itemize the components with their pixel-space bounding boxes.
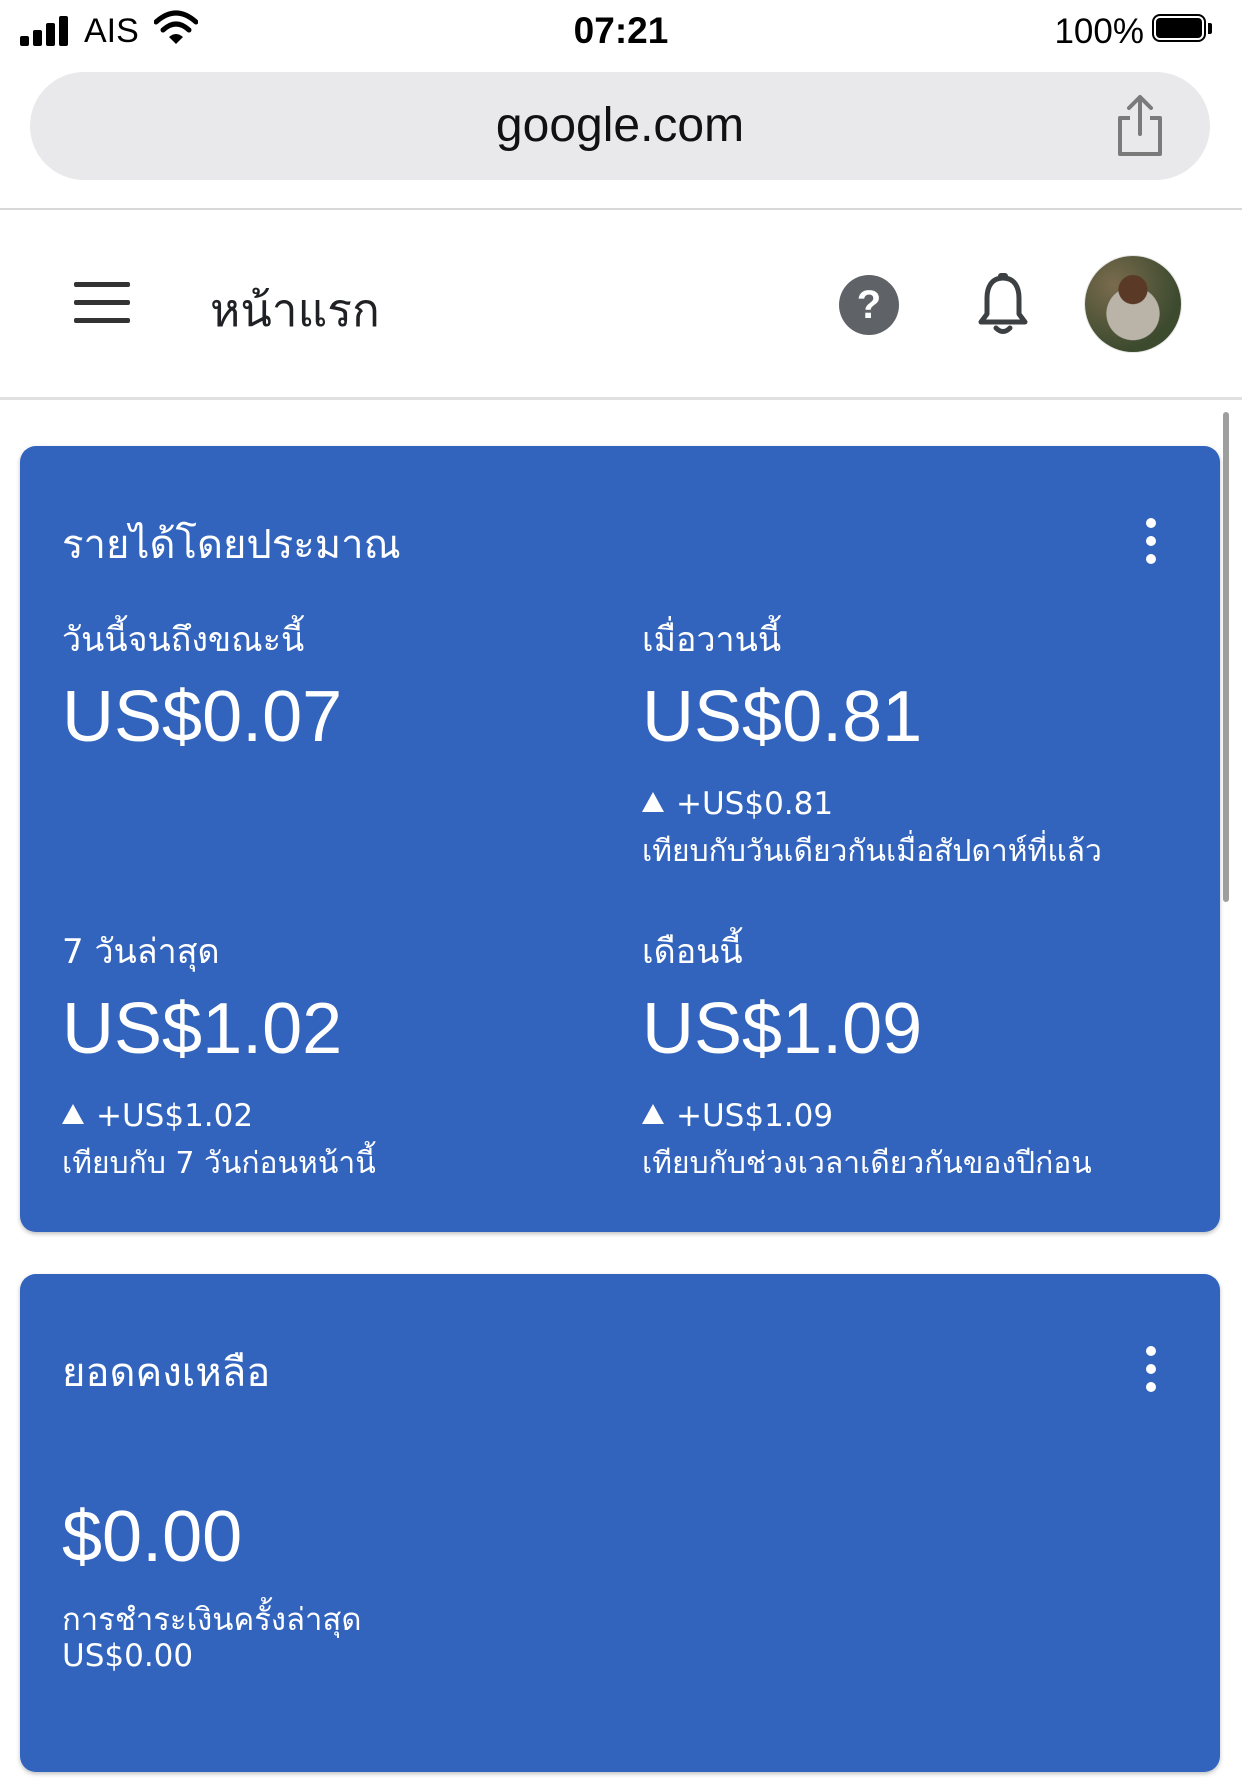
metric-value: US$1.02 xyxy=(62,989,343,1069)
metric-comparison: เทียบกับ 7 วันก่อนหน้านี้ xyxy=(62,1146,376,1181)
metric-yesterday: เมื่อวานนี้ US$0.81 +US$0.81 เทียบกับวัน… xyxy=(642,612,1182,875)
up-arrow-icon xyxy=(642,1104,664,1124)
help-icon[interactable]: ? xyxy=(838,274,900,336)
more-vert-icon[interactable] xyxy=(1144,1346,1158,1392)
metric-label: เดือนนี้ xyxy=(642,932,743,972)
metric-value: US$1.09 xyxy=(642,989,923,1069)
metric-last-7-days: 7 วันล่าสุด US$1.02 +US$1.02 เทียบกับ 7 … xyxy=(62,924,602,1187)
card-title: รายได้โดยประมาณ xyxy=(62,522,401,568)
browser-address-area: google.com xyxy=(0,62,1242,210)
more-vert-icon[interactable] xyxy=(1144,518,1158,564)
menu-icon[interactable] xyxy=(74,282,130,324)
metric-label: เมื่อวานนี้ xyxy=(642,620,782,660)
svg-text:?: ? xyxy=(857,283,881,327)
account-avatar[interactable] xyxy=(1085,256,1181,352)
metric-value: US$0.07 xyxy=(62,677,343,757)
metric-label: 7 วันล่าสุด xyxy=(62,932,220,972)
url-text[interactable]: google.com xyxy=(30,98,1210,153)
metric-delta: +US$0.81 xyxy=(642,786,1182,822)
up-arrow-icon xyxy=(642,792,664,812)
battery-percentage: 100% xyxy=(1054,12,1144,51)
metric-comparison: เทียบกับวันเดียวกันเมื่อสัปดาห์ที่แล้ว xyxy=(642,834,1102,869)
bell-icon[interactable] xyxy=(976,272,1030,336)
balance-card: ยอดคงเหลือ $0.00 การชำระเงินครั้งล่าสุด … xyxy=(20,1274,1220,1772)
status-bar: AIS 07:21 100% xyxy=(0,0,1242,62)
metric-today: วันนี้จนถึงขณะนี้ US$0.07 xyxy=(62,612,602,760)
delta-value: +US$1.09 xyxy=(676,1098,834,1134)
delta-value: +US$0.81 xyxy=(676,786,834,822)
metric-comparison: เทียบกับช่วงเวลาเดียวกันของปีก่อน xyxy=(642,1146,1092,1181)
estimated-earnings-card: รายได้โดยประมาณ วันนี้จนถึงขณะนี้ US$0.0… xyxy=(20,446,1220,1232)
metric-this-month: เดือนนี้ US$1.09 +US$1.09 เทียบกับช่วงเว… xyxy=(642,924,1182,1187)
battery-icon xyxy=(1152,14,1214,44)
last-payment-label: การชำระเงินครั้งล่าสุด xyxy=(62,1602,362,1638)
share-icon[interactable] xyxy=(1112,94,1168,158)
delta-value: +US$1.02 xyxy=(96,1098,254,1134)
metric-delta: +US$1.09 xyxy=(642,1098,1182,1134)
balance-value: $0.00 xyxy=(62,1497,243,1577)
app-header: หน้าแรก ? xyxy=(0,210,1242,400)
metric-label: วันนี้จนถึงขณะนี้ xyxy=(62,620,305,660)
last-payment-value: US$0.00 xyxy=(62,1638,194,1674)
up-arrow-icon xyxy=(62,1104,84,1124)
metric-delta: +US$1.02 xyxy=(62,1098,602,1134)
address-bar[interactable]: google.com xyxy=(30,72,1210,180)
scrollbar[interactable] xyxy=(1223,412,1229,902)
page-title: หน้าแรก xyxy=(210,283,380,337)
metric-value: US$0.81 xyxy=(642,677,923,757)
card-title: ยอดคงเหลือ xyxy=(62,1350,271,1396)
